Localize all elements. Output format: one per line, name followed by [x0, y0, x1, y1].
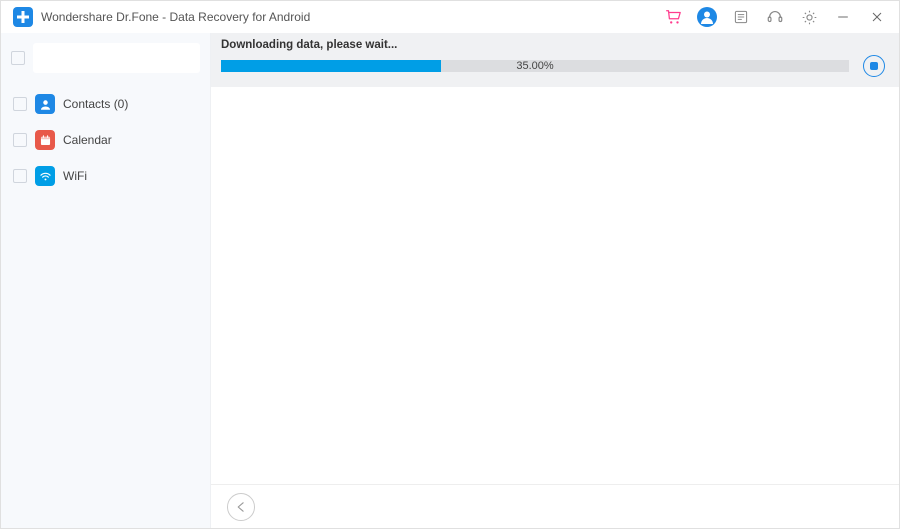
support-icon[interactable] — [765, 7, 785, 27]
calendar-icon — [35, 130, 55, 150]
sidebar-item-label: Contacts (0) — [63, 97, 128, 111]
progress-bar-fill — [221, 60, 441, 72]
sidebar-select-all[interactable] — [11, 41, 200, 75]
footer — [211, 484, 899, 528]
feedback-icon[interactable] — [731, 7, 751, 27]
arrow-left-icon — [234, 500, 248, 514]
app-title: Wondershare Dr.Fone - Data Recovery for … — [41, 10, 663, 24]
checkbox-icon[interactable] — [13, 133, 27, 147]
progress-panel: Downloading data, please wait... 35.00% — [211, 33, 899, 87]
minimize-button[interactable] — [833, 7, 853, 27]
filter-field[interactable] — [33, 43, 200, 73]
sidebar-item-label: WiFi — [63, 169, 87, 183]
progress-status-label: Downloading data, please wait... — [221, 39, 889, 51]
user-icon[interactable] — [697, 7, 717, 27]
checkbox-icon[interactable] — [13, 169, 27, 183]
stop-icon — [870, 62, 878, 70]
wifi-icon — [35, 166, 55, 186]
titlebar: Wondershare Dr.Fone - Data Recovery for … — [1, 1, 899, 33]
checkbox-icon[interactable] — [11, 51, 25, 65]
sidebar-item-wifi[interactable]: WiFi — [11, 161, 200, 191]
close-button[interactable] — [867, 7, 887, 27]
contacts-icon — [35, 94, 55, 114]
content-area: Downloading data, please wait... 35.00% — [211, 33, 899, 528]
sidebar: Contacts (0) Calendar — [1, 33, 211, 528]
titlebar-controls — [663, 7, 887, 27]
stop-button[interactable] — [863, 55, 885, 77]
progress-bar: 35.00% — [221, 60, 849, 72]
sidebar-item-calendar[interactable]: Calendar — [11, 125, 200, 155]
settings-icon[interactable] — [799, 7, 819, 27]
progress-percent-label: 35.00% — [516, 60, 553, 72]
sidebar-item-label: Calendar — [63, 133, 112, 147]
back-button[interactable] — [227, 493, 255, 521]
checkbox-icon[interactable] — [13, 97, 27, 111]
app-logo-icon — [13, 7, 33, 27]
cart-icon[interactable] — [663, 7, 683, 27]
sidebar-item-contacts[interactable]: Contacts (0) — [11, 89, 200, 119]
